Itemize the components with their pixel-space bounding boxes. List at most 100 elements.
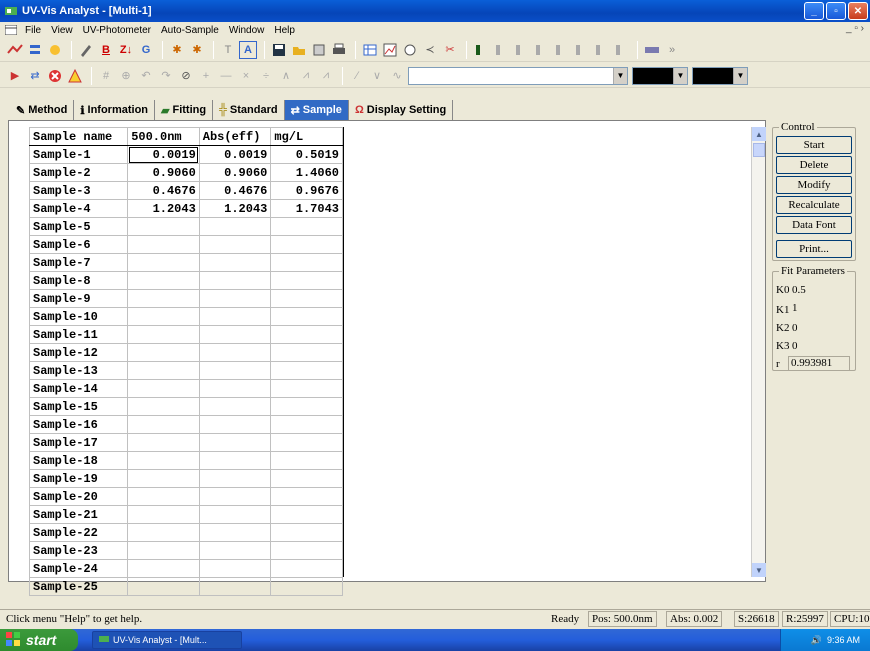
- undo-icon[interactable]: ↶: [137, 67, 155, 85]
- value-cell[interactable]: [198, 217, 272, 236]
- value-cell[interactable]: [270, 559, 343, 578]
- value-cell[interactable]: [198, 451, 272, 470]
- value-cell[interactable]: [127, 415, 200, 434]
- data-font-button[interactable]: Data Font: [776, 216, 852, 234]
- value-cell[interactable]: 0.4676: [198, 181, 272, 200]
- value-cell[interactable]: [198, 541, 272, 560]
- value-cell[interactable]: [127, 343, 200, 362]
- value-cell[interactable]: [127, 505, 200, 524]
- redo-icon[interactable]: ↷: [157, 67, 175, 85]
- minimize-button[interactable]: _: [804, 2, 824, 20]
- table-row[interactable]: Sample-5: [28, 217, 343, 236]
- sample-name-cell[interactable]: Sample-14: [28, 379, 129, 398]
- delete-button[interactable]: Delete: [776, 156, 852, 174]
- value-cell[interactable]: [270, 415, 343, 434]
- value-cell[interactable]: 0.9060: [127, 163, 200, 182]
- vertical-scrollbar[interactable]: ▲ ▼: [751, 127, 766, 577]
- print-button[interactable]: Print...: [776, 240, 852, 258]
- sample-name-cell[interactable]: Sample-1: [28, 145, 129, 164]
- sample-name-cell[interactable]: Sample-5: [28, 217, 129, 236]
- tab-information[interactable]: ℹ Information: [74, 100, 156, 120]
- run-icon[interactable]: ▶: [6, 67, 24, 85]
- modify-button[interactable]: Modify: [776, 176, 852, 194]
- table-row[interactable]: Sample-18: [28, 451, 343, 470]
- chart-6-icon[interactable]: [572, 41, 590, 59]
- value-cell[interactable]: [127, 361, 200, 380]
- menu-help[interactable]: Help: [269, 25, 300, 36]
- crosshair-icon[interactable]: +: [197, 67, 215, 85]
- table-row[interactable]: Sample-2 0.9060 0.9060 1.4060: [28, 163, 343, 182]
- smooth-icon[interactable]: ∿: [388, 67, 406, 85]
- start-button[interactable]: Start: [776, 136, 852, 154]
- mdi-doc-icon[interactable]: [4, 24, 18, 36]
- sample-name-cell[interactable]: Sample-15: [28, 397, 129, 416]
- chart-5-icon[interactable]: [552, 41, 570, 59]
- sample-icon[interactable]: ⇄: [26, 67, 44, 85]
- peak-area-icon[interactable]: ⩘: [317, 67, 335, 85]
- volume-icon[interactable]: 🔊: [811, 635, 822, 646]
- value-cell[interactable]: [198, 307, 272, 326]
- value-cell[interactable]: [127, 433, 200, 452]
- value-cell[interactable]: [198, 325, 272, 344]
- table-row[interactable]: Sample-12: [28, 343, 343, 362]
- column-header[interactable]: 500.0nm: [127, 127, 200, 146]
- table-row[interactable]: Sample-25: [28, 577, 343, 596]
- value-cell[interactable]: 0.4676: [127, 181, 200, 200]
- column-header[interactable]: Sample name: [28, 127, 129, 146]
- tab-sample[interactable]: ⇄ Sample: [284, 100, 349, 120]
- table-row[interactable]: Sample-19: [28, 469, 343, 488]
- value-cell[interactable]: [127, 379, 200, 398]
- value-cell[interactable]: [198, 235, 272, 254]
- cursor-icon[interactable]: ≺: [421, 41, 439, 59]
- chart-1-icon[interactable]: [472, 41, 490, 59]
- tab-fitting[interactable]: ▰ Fitting: [155, 100, 214, 120]
- sample-name-cell[interactable]: Sample-4: [28, 199, 129, 218]
- table-row[interactable]: Sample-1 0.0019 0.0019 0.5019: [28, 145, 343, 164]
- value-cell[interactable]: [198, 289, 272, 308]
- value-cell[interactable]: [270, 343, 343, 362]
- table-row[interactable]: Sample-24: [28, 559, 343, 578]
- value-cell[interactable]: [127, 469, 200, 488]
- chart-2-icon[interactable]: [492, 41, 510, 59]
- table-row[interactable]: Sample-14: [28, 379, 343, 398]
- value-cell[interactable]: 0.0019: [198, 145, 272, 164]
- value-cell[interactable]: [127, 307, 200, 326]
- sample-name-cell[interactable]: Sample-16: [28, 415, 129, 434]
- scroll-down-icon[interactable]: ▼: [752, 563, 766, 577]
- tools-icon[interactable]: ✂: [441, 41, 459, 59]
- value-cell[interactable]: [270, 451, 343, 470]
- value-cell[interactable]: [270, 523, 343, 542]
- table-row[interactable]: Sample-21: [28, 505, 343, 524]
- table-row[interactable]: Sample-6: [28, 235, 343, 254]
- value-cell[interactable]: [270, 505, 343, 524]
- curve-select[interactable]: ▼: [408, 66, 628, 85]
- sample-name-cell[interactable]: Sample-6: [28, 235, 129, 254]
- value-cell[interactable]: [198, 433, 272, 452]
- peak-mark-icon[interactable]: ∧: [277, 67, 295, 85]
- zoom-in-icon[interactable]: ⊕: [117, 67, 135, 85]
- align-icon[interactable]: [26, 41, 44, 59]
- sample-name-cell[interactable]: Sample-2: [28, 163, 129, 182]
- table-icon[interactable]: [361, 41, 379, 59]
- value-cell[interactable]: 1.2043: [198, 199, 272, 218]
- value-cell[interactable]: 1.2043: [127, 199, 200, 218]
- tab-display-setting[interactable]: Ω Display Setting: [349, 100, 454, 120]
- open-icon[interactable]: [290, 41, 308, 59]
- sample-name-cell[interactable]: Sample-10: [28, 307, 129, 326]
- zoom-out-icon[interactable]: ⊘: [177, 67, 195, 85]
- value-cell[interactable]: [127, 235, 200, 254]
- column-header[interactable]: Abs(eff): [198, 127, 272, 146]
- value-cell[interactable]: [127, 523, 200, 542]
- sort-icon[interactable]: Z↓: [117, 41, 135, 59]
- peak-icon[interactable]: ✱: [168, 41, 186, 59]
- menu-window[interactable]: Window: [224, 25, 270, 36]
- scroll-up-icon[interactable]: ▲: [752, 127, 766, 141]
- overflow-icon[interactable]: »: [663, 41, 681, 59]
- valley-icon[interactable]: ✱: [188, 41, 206, 59]
- chart-7-icon[interactable]: [592, 41, 610, 59]
- value-cell[interactable]: [270, 487, 343, 506]
- line-color-select[interactable]: ▼: [632, 66, 688, 85]
- hash-icon[interactable]: #: [97, 67, 115, 85]
- sample-name-cell[interactable]: Sample-18: [28, 451, 129, 470]
- value-cell[interactable]: [127, 541, 200, 560]
